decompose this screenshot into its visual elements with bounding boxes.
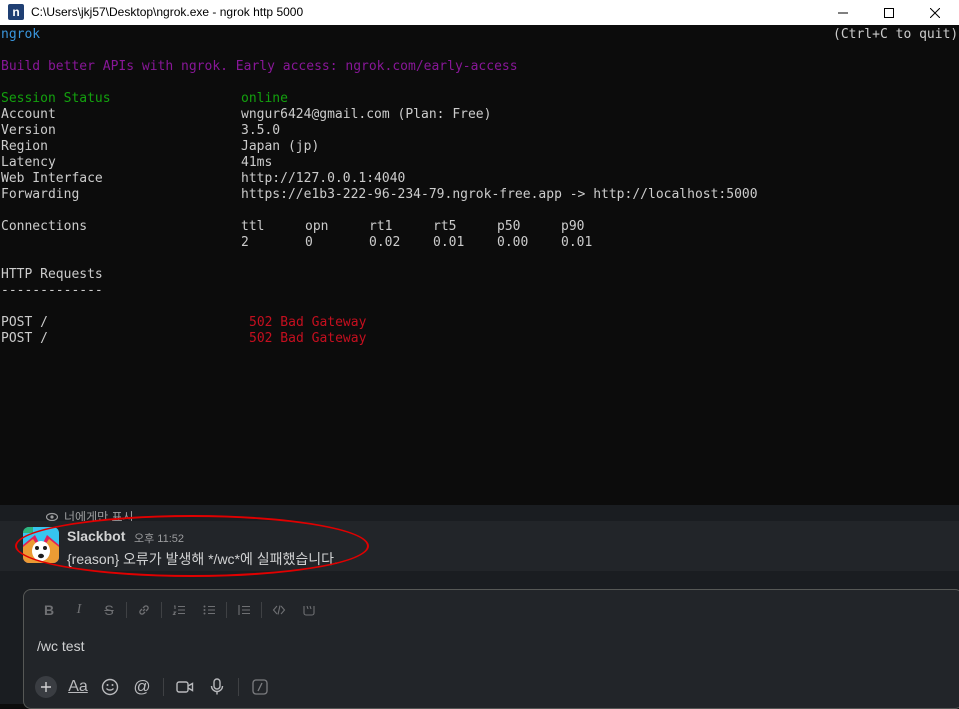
- code-button[interactable]: [264, 600, 294, 620]
- web-interface-label: Web Interface: [1, 171, 103, 186]
- request-status: 502 Bad Gateway: [249, 315, 367, 330]
- code-icon: [272, 605, 286, 615]
- slackbot-avatar-icon: [23, 527, 59, 563]
- conn-value-p90: 0.01: [561, 235, 593, 250]
- conn-value-rt5: 0.01: [433, 235, 465, 250]
- video-icon: [176, 681, 194, 693]
- version-label: Version: [1, 123, 56, 138]
- latency-value: 41ms: [241, 155, 273, 170]
- region-value: Japan (jp): [241, 139, 320, 154]
- connections-label: Connections: [1, 219, 88, 234]
- latency-label: Latency: [1, 155, 56, 170]
- blockquote-icon: [238, 605, 250, 615]
- minimize-button[interactable]: [820, 0, 866, 25]
- attach-button[interactable]: [33, 674, 59, 700]
- request-method: POST /: [1, 315, 48, 330]
- forwarding-value: https://e1b3-222-96-234-79.ngrok-free.ap…: [241, 187, 758, 202]
- shortcut-icon: [252, 679, 268, 695]
- window-title-bar: n C:\Users\jkj57\Desktop\ngrok.exe - ngr…: [0, 0, 959, 25]
- bulleted-list-button[interactable]: [194, 600, 224, 620]
- text-format-icon: Aa: [68, 678, 88, 695]
- conn-header-p50: p50: [497, 219, 521, 234]
- text-format-button[interactable]: Aa: [65, 674, 91, 700]
- ordered-list-icon: [172, 605, 185, 616]
- message-timestamp[interactable]: 오후 11:52: [134, 530, 184, 546]
- session-status-value: online: [241, 91, 288, 106]
- request-method: POST /: [1, 331, 48, 346]
- emoji-button[interactable]: [97, 674, 123, 700]
- forwarding-label: Forwarding: [1, 187, 80, 202]
- link-button[interactable]: [129, 600, 159, 620]
- conn-header-p90: p90: [561, 219, 585, 234]
- conn-header-ttl: ttl: [241, 219, 265, 234]
- conn-header-opn: opn: [305, 219, 329, 234]
- microphone-button[interactable]: [204, 674, 230, 700]
- toolbar-divider: [261, 602, 262, 618]
- version-value: 3.5.0: [241, 123, 281, 138]
- window-title: C:\Users\jkj57\Desktop\ngrok.exe - ngrok…: [31, 5, 304, 19]
- region-label: Region: [1, 139, 48, 154]
- code-block-icon: [303, 605, 315, 616]
- toolbar-divider: [163, 678, 164, 696]
- italic-button[interactable]: I: [64, 600, 94, 620]
- italic-icon: I: [76, 602, 82, 617]
- bold-icon: B: [43, 602, 55, 618]
- session-status-label: Session Status: [1, 91, 111, 106]
- code-block-button[interactable]: [294, 600, 324, 620]
- message-sender[interactable]: Slackbot: [67, 528, 125, 544]
- toolbar-divider: [161, 602, 162, 618]
- emoji-icon: [101, 678, 119, 696]
- video-button[interactable]: [172, 674, 198, 700]
- quit-hint: (Ctrl+C to quit): [833, 27, 959, 42]
- request-status: 502 Bad Gateway: [249, 331, 367, 346]
- conn-value-p50: 0.00: [497, 235, 529, 250]
- composer-action-bar: Aa @: [33, 674, 273, 700]
- terminal-window[interactable]: ngrok (Ctrl+C to quit) Build better APIs…: [0, 25, 959, 505]
- ngrok-app-icon: n: [8, 4, 24, 20]
- shortcut-button[interactable]: [247, 674, 273, 700]
- terminal-app-name: ngrok: [1, 27, 41, 42]
- message-text: {reason} 오류가 발생해 */wc*에 실패했습니다.: [67, 551, 338, 567]
- toolbar-divider: [126, 602, 127, 618]
- mention-button[interactable]: @: [129, 674, 155, 700]
- close-button[interactable]: [912, 0, 958, 25]
- account-label: Account: [1, 107, 56, 122]
- mention-icon: @: [133, 677, 151, 696]
- formatting-toolbar: B I S: [34, 600, 324, 620]
- message-input[interactable]: /wc test: [37, 638, 84, 654]
- message-composer[interactable]: B I S /wc test Aa @: [23, 589, 959, 709]
- account-value: wngur6424@gmail.com (Plan: Free): [241, 107, 492, 122]
- ordered-list-button[interactable]: [164, 600, 194, 620]
- bulleted-list-icon: [203, 605, 215, 615]
- conn-header-rt5: rt5: [433, 219, 457, 234]
- link-icon: [139, 605, 149, 615]
- strikethrough-icon: S: [104, 602, 114, 618]
- http-requests-underline: -------------: [1, 283, 103, 298]
- close-icon: [930, 7, 940, 18]
- bold-button[interactable]: B: [34, 600, 64, 620]
- maximize-button[interactable]: [866, 0, 912, 25]
- promo-text: Build better APIs with ngrok. Early acce…: [1, 59, 518, 74]
- microphone-icon: [210, 678, 224, 695]
- minimize-icon: [838, 12, 848, 13]
- blockquote-button[interactable]: [229, 600, 259, 620]
- plus-icon: [35, 676, 57, 698]
- toolbar-divider: [226, 602, 227, 618]
- toolbar-divider: [238, 678, 239, 696]
- http-requests-label: HTTP Requests: [1, 267, 103, 282]
- conn-value-ttl: 2: [241, 235, 249, 250]
- conn-header-rt1: rt1: [369, 219, 393, 234]
- conn-value-opn: 0: [305, 235, 313, 250]
- strikethrough-button[interactable]: S: [94, 600, 124, 620]
- maximize-icon: [884, 7, 894, 18]
- conn-value-rt1: 0.02: [369, 235, 401, 250]
- web-interface-value: http://127.0.0.1:4040: [241, 171, 406, 186]
- slackbot-avatar[interactable]: [23, 527, 59, 563]
- slack-channel-pane: 너에게만 표시 Slackbot 오후 11:52 {reason} 오류가 발…: [0, 505, 959, 709]
